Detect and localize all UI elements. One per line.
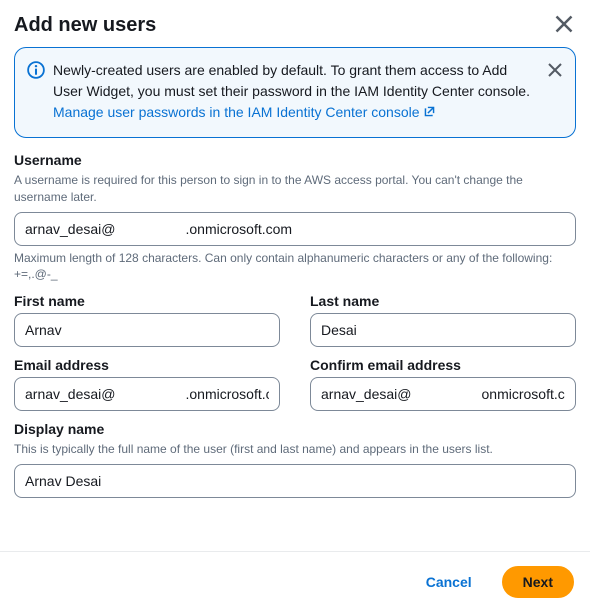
display-name-group: Display name This is typically the full … xyxy=(14,421,576,498)
info-alert: Newly-created users are enabled by defau… xyxy=(14,47,576,138)
last-name-group: Last name xyxy=(310,293,576,347)
last-name-input[interactable] xyxy=(310,313,576,347)
modal-title: Add new users xyxy=(14,14,156,37)
info-icon xyxy=(27,61,45,79)
modal-footer: Cancel Next xyxy=(0,551,590,612)
alert-text: Newly-created users are enabled by defau… xyxy=(53,60,539,123)
display-name-input[interactable] xyxy=(14,464,576,498)
cancel-button[interactable]: Cancel xyxy=(406,566,492,598)
username-desc: A username is required for this person t… xyxy=(14,172,576,206)
modal-header: Add new users xyxy=(0,0,590,47)
email-group: Email address xyxy=(14,357,280,411)
name-row: First name Last name xyxy=(14,293,576,357)
alert-body: Newly-created users are enabled by defau… xyxy=(53,62,530,99)
external-link-icon xyxy=(423,105,436,118)
username-group: Username A username is required for this… xyxy=(14,152,576,283)
email-label: Email address xyxy=(14,357,280,373)
display-name-label: Display name xyxy=(14,421,576,437)
last-name-label: Last name xyxy=(310,293,576,309)
confirm-email-label: Confirm email address xyxy=(310,357,576,373)
first-name-group: First name xyxy=(14,293,280,347)
close-icon[interactable] xyxy=(554,14,574,34)
next-button[interactable]: Next xyxy=(502,566,574,598)
display-name-desc: This is typically the full name of the u… xyxy=(14,441,576,458)
username-help: Maximum length of 128 characters. Can on… xyxy=(14,250,576,284)
confirm-email-group: Confirm email address xyxy=(310,357,576,411)
first-name-input[interactable] xyxy=(14,313,280,347)
alert-link[interactable]: Manage user passwords in the IAM Identit… xyxy=(53,104,436,120)
confirm-email-input[interactable] xyxy=(310,377,576,411)
username-input[interactable] xyxy=(14,212,576,246)
email-row: Email address Confirm email address xyxy=(14,357,576,421)
first-name-label: First name xyxy=(14,293,280,309)
alert-close-icon[interactable] xyxy=(547,62,563,78)
modal-content: Newly-created users are enabled by defau… xyxy=(0,47,590,551)
username-label: Username xyxy=(14,152,576,168)
email-input[interactable] xyxy=(14,377,280,411)
